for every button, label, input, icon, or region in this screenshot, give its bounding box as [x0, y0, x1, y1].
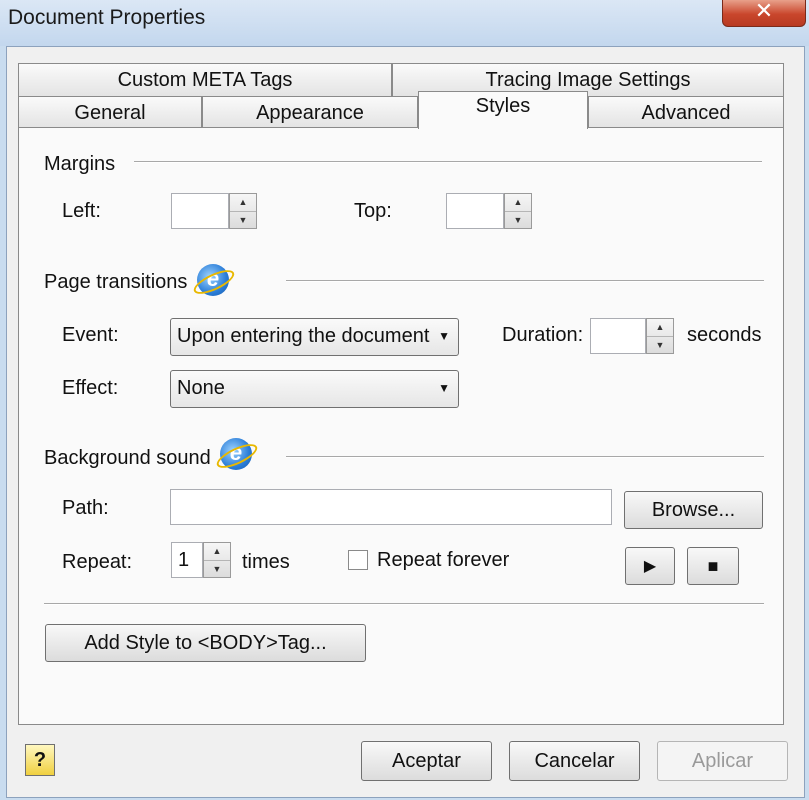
left-margin-label: Left: [62, 200, 101, 222]
window-title: Document Properties [8, 6, 206, 29]
tab-appearance[interactable]: Appearance [202, 96, 418, 128]
left-margin-input[interactable] [171, 193, 229, 229]
spin-up-icon[interactable]: ▲ [204, 543, 230, 560]
cancel-button-label: Cancelar [534, 750, 615, 772]
title-bar[interactable]: Document Properties ✕ [0, 0, 809, 46]
apply-button[interactable]: Aplicar [657, 741, 788, 781]
tab-label: General [74, 102, 146, 124]
add-style-button[interactable]: Add Style to <BODY>Tag... [45, 624, 366, 662]
internet-explorer-icon: e [213, 438, 261, 473]
duration-input[interactable] [590, 318, 646, 354]
duration-units-label: seconds [687, 324, 762, 346]
spin-down-icon[interactable]: ▼ [647, 336, 673, 353]
effect-dropdown[interactable]: None ▼ [170, 370, 459, 408]
add-style-button-label: Add Style to <BODY>Tag... [84, 632, 327, 654]
stop-button[interactable]: ■ [687, 547, 739, 585]
repeat-forever-label[interactable]: Repeat forever [377, 549, 509, 572]
page-transitions-section-label: Page transitions [44, 271, 188, 293]
margins-divider [134, 161, 762, 163]
tab-advanced[interactable]: Advanced [588, 96, 784, 128]
margins-section-label: Margins [44, 153, 116, 175]
tab-label: Appearance [256, 102, 364, 124]
background-sound-section-label: Background sound [44, 447, 211, 469]
event-dropdown[interactable]: Upon entering the document ▼ [170, 318, 459, 356]
ok-button-label: Aceptar [392, 750, 461, 772]
path-label: Path: [62, 497, 109, 519]
repeat-count-input[interactable]: 1 [171, 542, 203, 578]
tab-general[interactable]: General [18, 96, 202, 128]
browse-button-label: Browse... [651, 499, 736, 521]
left-margin-spinner[interactable]: ▲ ▼ [229, 193, 257, 229]
event-label: Event: [62, 324, 119, 346]
spin-down-icon[interactable]: ▼ [505, 211, 531, 228]
tab-styles[interactable]: Styles [418, 91, 588, 129]
top-margin-label: Top: [354, 200, 392, 222]
tab-custom-meta-tags[interactable]: Custom META Tags [18, 63, 392, 97]
browse-button[interactable]: Browse... [624, 491, 763, 529]
close-button[interactable]: ✕ [722, 0, 806, 27]
effect-label: Effect: [62, 377, 119, 399]
effect-value: None [177, 377, 225, 399]
apply-button-label: Aplicar [691, 750, 754, 772]
spin-up-icon[interactable]: ▲ [505, 194, 531, 211]
spin-down-icon[interactable]: ▼ [204, 560, 230, 577]
spin-up-icon[interactable]: ▲ [230, 194, 256, 211]
chevron-down-icon: ▼ [438, 329, 450, 343]
spin-up-icon[interactable]: ▲ [647, 319, 673, 336]
duration-label: Duration: [502, 324, 584, 346]
help-glyph: ? [33, 749, 47, 771]
stop-icon: ■ [707, 556, 719, 576]
tab-label: Custom META Tags [117, 69, 293, 91]
tab-label: Tracing Image Settings [485, 69, 691, 91]
background-sound-divider [286, 456, 764, 458]
play-icon: ▶ [643, 558, 657, 575]
repeat-spinner[interactable]: ▲ ▼ [203, 542, 231, 578]
event-value: Upon entering the document [177, 325, 430, 347]
top-margin-input[interactable] [446, 193, 504, 229]
cancel-button[interactable]: Cancelar [509, 741, 640, 781]
bottom-divider [44, 603, 764, 605]
chevron-down-icon: ▼ [438, 381, 450, 395]
repeat-units-label: times [242, 551, 290, 573]
play-button[interactable]: ▶ [625, 547, 675, 585]
repeat-label: Repeat: [62, 551, 133, 573]
help-icon[interactable]: ? [25, 744, 55, 776]
path-input[interactable] [170, 489, 612, 525]
tab-label: Advanced [641, 102, 731, 124]
top-margin-spinner[interactable]: ▲ ▼ [504, 193, 532, 229]
ok-button[interactable]: Aceptar [361, 741, 492, 781]
internet-explorer-icon: e [190, 264, 238, 299]
tab-label: Styles [475, 95, 531, 117]
close-icon: ✕ [754, 0, 774, 23]
page-transitions-divider [286, 280, 764, 282]
spin-down-icon[interactable]: ▼ [230, 211, 256, 228]
repeat-forever-checkbox[interactable] [348, 550, 368, 570]
duration-spinner[interactable]: ▲ ▼ [646, 318, 674, 354]
